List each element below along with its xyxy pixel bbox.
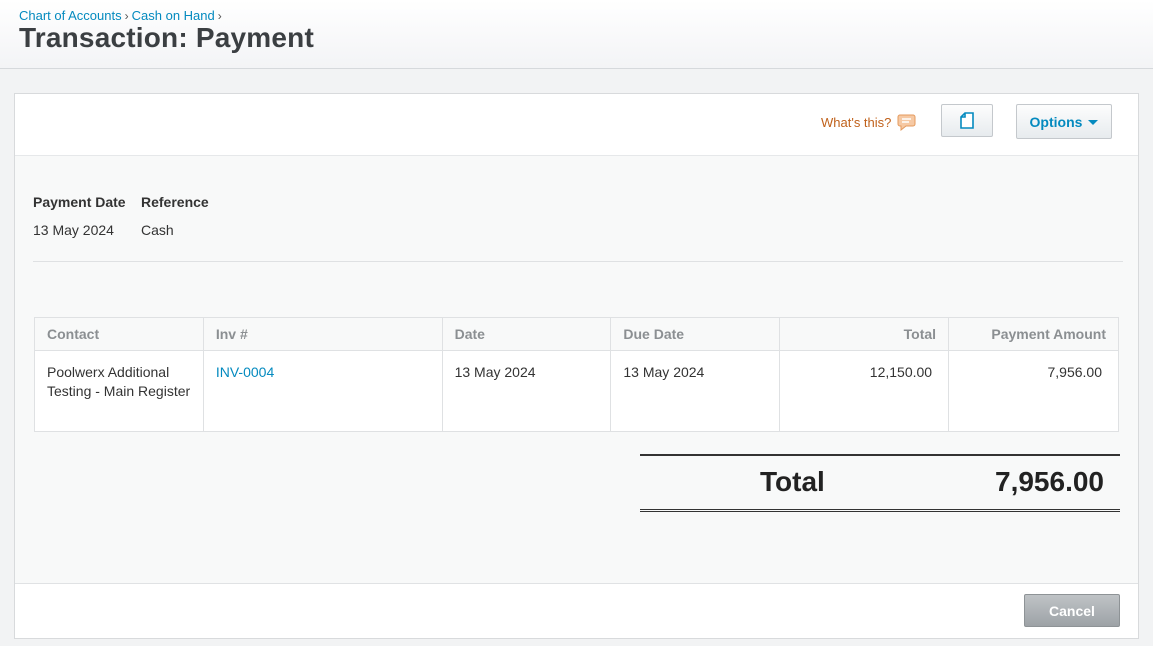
whats-this-link[interactable]: What's this?: [821, 113, 917, 131]
total-summary: Total 7,956.00: [640, 454, 1120, 512]
column-header-due-date: Due Date: [610, 317, 781, 351]
page-header: Chart of Accounts › Cash on Hand › Transact…: [0, 0, 1153, 69]
column-header-payment-amount: Payment Amount: [948, 317, 1119, 351]
total-label: Total: [760, 466, 825, 497]
reference-label: Reference: [141, 194, 209, 210]
breadcrumb-chart-of-accounts[interactable]: Chart of Accounts: [19, 8, 122, 23]
invoice-link[interactable]: INV-0004: [216, 364, 274, 380]
breadcrumb-cash-on-hand[interactable]: Cash on Hand: [132, 8, 215, 23]
column-header-contact: Contact: [34, 317, 204, 351]
column-header-invoice: Inv #: [202, 317, 443, 351]
column-header-total: Total: [779, 317, 950, 351]
reference-value: Cash: [141, 222, 174, 238]
copy-button[interactable]: [941, 104, 993, 137]
options-label: Options: [1029, 113, 1083, 130]
speech-bubble-icon: [897, 114, 916, 131]
page-title: Transaction: Payment: [19, 22, 314, 53]
document-icon: [960, 112, 974, 129]
cell-date: 13 May 2024: [441, 350, 612, 432]
cell-invoice: INV-0004: [202, 350, 443, 432]
table-header-row: Contact Inv # Date Due Date Total Paymen…: [34, 317, 1119, 351]
breadcrumb-separator: ›: [217, 9, 222, 23]
cell-due-date: 13 May 2024: [610, 350, 781, 432]
divider: [33, 261, 1123, 262]
options-button[interactable]: Options: [1016, 104, 1112, 139]
payment-date-value: 13 May 2024: [33, 222, 114, 238]
invoice-table: Contact Inv # Date Due Date Total Paymen…: [34, 317, 1119, 432]
whats-this-label: What's this?: [821, 114, 892, 130]
transaction-panel: What's this? Options Payment Date Refere…: [14, 93, 1139, 639]
cell-payment-amount: 7,956.00: [948, 350, 1119, 432]
payment-date-label: Payment Date: [33, 194, 126, 210]
table-row: Poolwerx Additional Testing - Main Regis…: [34, 350, 1119, 432]
caret-down-icon: [1088, 120, 1099, 125]
cell-total: 12,150.00: [779, 350, 950, 432]
column-header-date: Date: [441, 317, 612, 351]
total-value: 7,956.00: [995, 466, 1104, 497]
cancel-button[interactable]: Cancel: [1024, 594, 1120, 627]
breadcrumb-separator: ›: [124, 9, 129, 23]
toolbar: What's this? Options: [15, 94, 1138, 156]
footer: Cancel: [15, 583, 1138, 638]
cell-contact: Poolwerx Additional Testing - Main Regis…: [34, 350, 204, 432]
breadcrumb: Chart of Accounts › Cash on Hand ›: [19, 8, 225, 23]
